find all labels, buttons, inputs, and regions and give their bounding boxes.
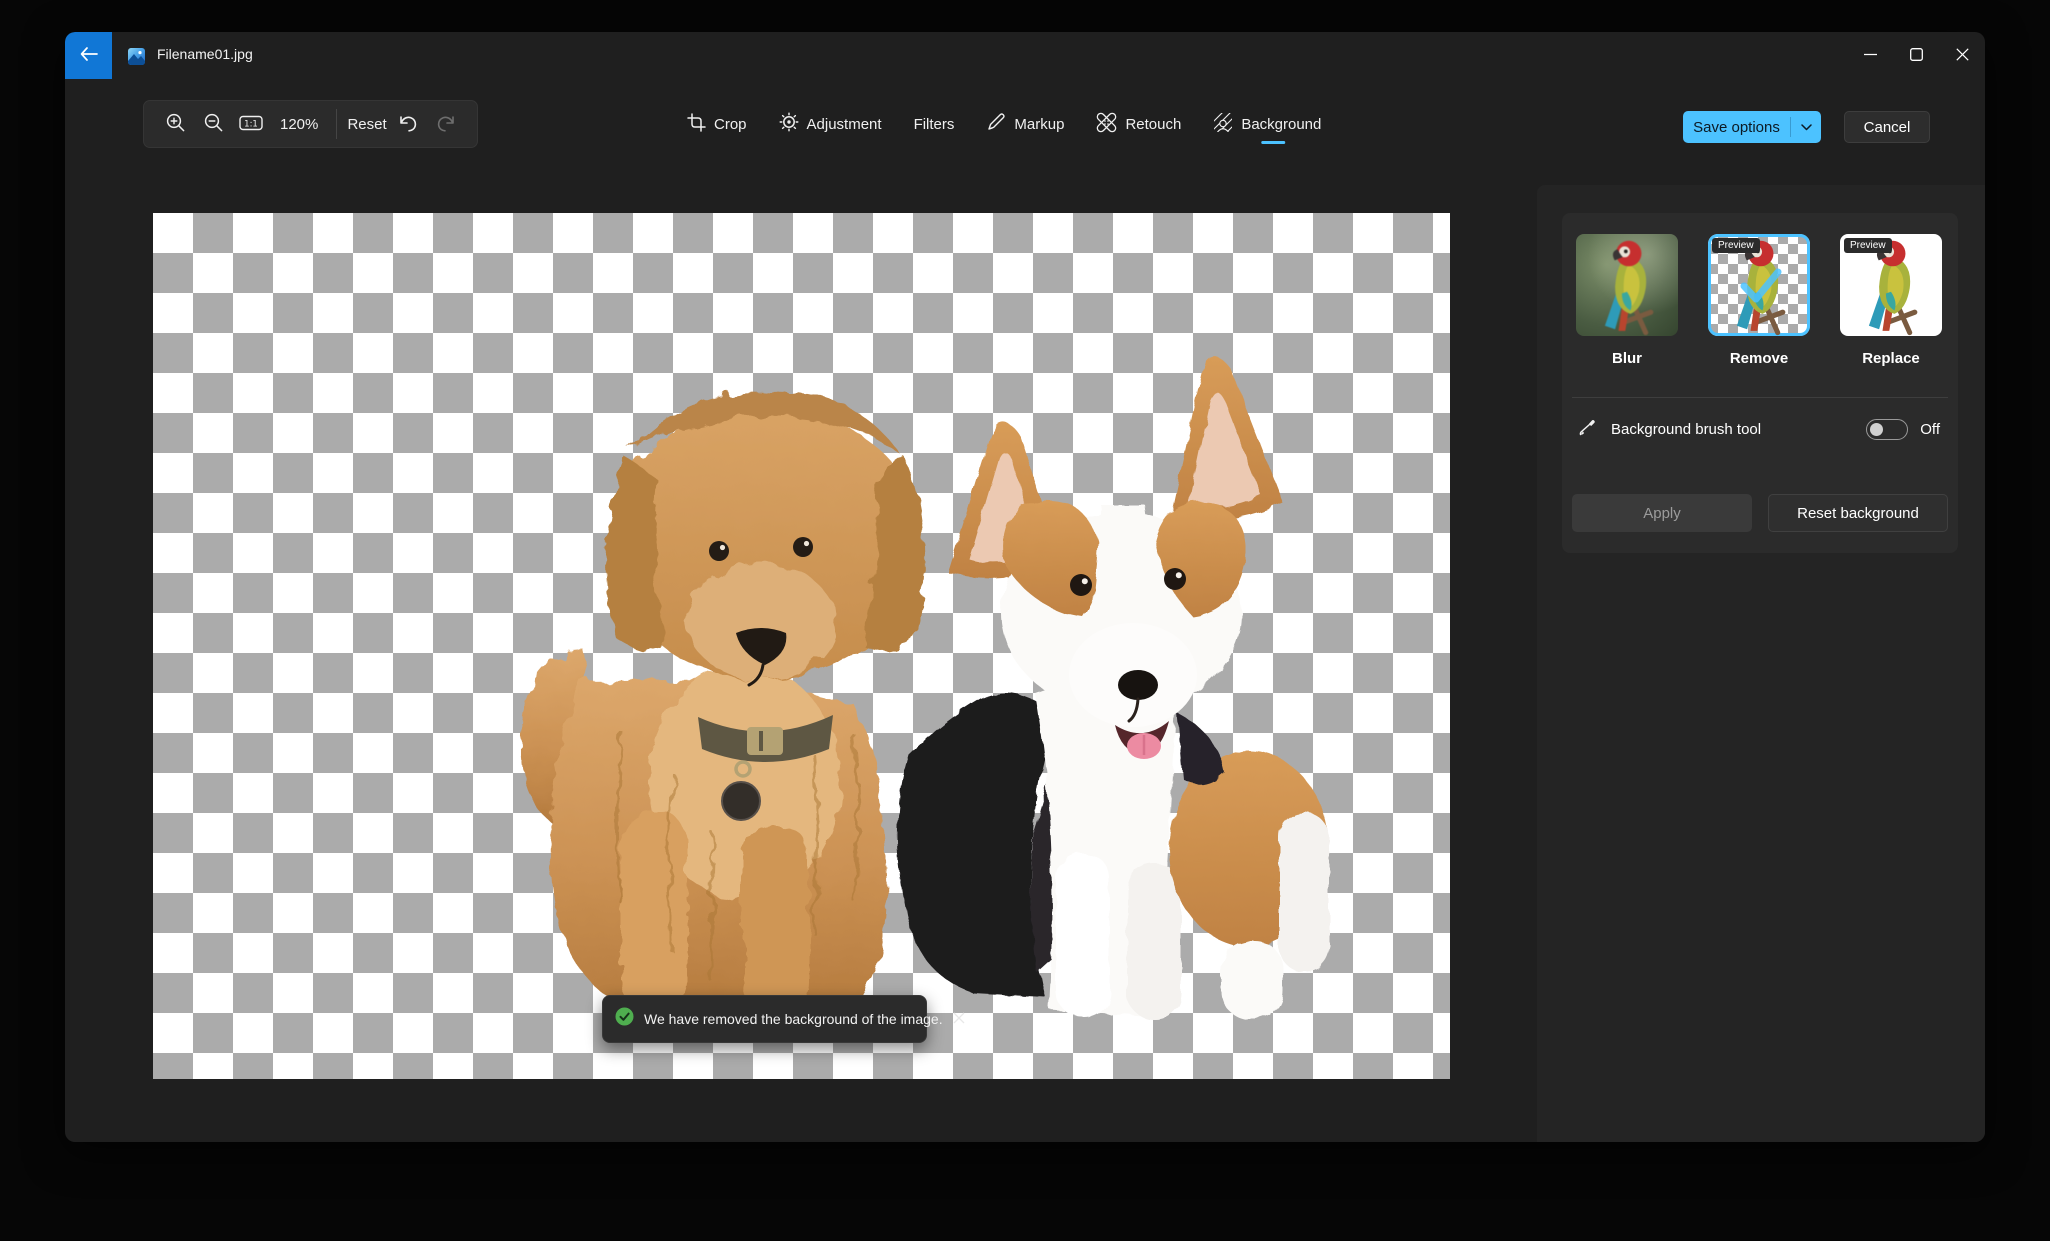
- magnifier-plus-icon: [165, 112, 186, 136]
- cancel-button[interactable]: Cancel: [1844, 111, 1930, 143]
- background-brush-toggle[interactable]: [1866, 419, 1909, 440]
- preview-badge: Preview: [1712, 238, 1760, 253]
- tab-adjustment[interactable]: Adjustment: [779, 100, 882, 148]
- panel-buttons: Apply Reset background: [1572, 494, 1948, 532]
- zoom-level-value: 120%: [280, 115, 319, 133]
- reset-zoom-label: Reset: [347, 115, 387, 133]
- redo-icon: [435, 113, 457, 136]
- zoom-out-button[interactable]: [196, 107, 230, 141]
- tab-retouch[interactable]: Retouch: [1096, 100, 1181, 148]
- replace-option-label: Replace: [1862, 350, 1920, 367]
- toggle-state-label: Off: [1920, 421, 1940, 438]
- toolbar-divider: [336, 109, 338, 139]
- svg-text:1:1: 1:1: [244, 119, 258, 129]
- toggle-knob: [1870, 423, 1884, 436]
- success-check-icon: [615, 1007, 634, 1031]
- save-options-label: Save options: [1693, 118, 1780, 136]
- tab-filters[interactable]: Filters: [914, 100, 955, 148]
- edit-tabs: Crop Adjustment Filters Markup Retouch B…: [687, 100, 1321, 148]
- reset-background-button[interactable]: Reset background: [1768, 494, 1948, 532]
- arrow-left-icon: [80, 47, 98, 64]
- tab-markup-label: Markup: [1014, 115, 1065, 133]
- photos-app-icon: [128, 48, 145, 65]
- edited-photo-two-puppies: [520, 357, 1329, 1019]
- close-button[interactable]: [1939, 32, 1985, 79]
- magnifier-minus-icon: [203, 112, 224, 136]
- background-brush-row: Background brush tool Off: [1572, 397, 1948, 461]
- parrot-preview-image: [1604, 240, 1654, 336]
- undo-button[interactable]: [391, 107, 425, 141]
- tab-adjustment-label: Adjustment: [806, 115, 882, 133]
- background-options-card: Preview Preview Blur Remove Replace Back…: [1562, 213, 1958, 553]
- apply-button[interactable]: Apply: [1572, 494, 1752, 532]
- back-button[interactable]: [65, 32, 112, 79]
- chevron-down-icon: [1791, 123, 1821, 131]
- actual-size-button[interactable]: 1:1: [234, 107, 268, 141]
- zoom-toolbar: 1:1 120% Reset: [143, 100, 478, 148]
- image-canvas: We have removed the background of the im…: [153, 213, 1450, 1079]
- toast-message: We have removed the background of the im…: [644, 1011, 943, 1027]
- background-option-remove[interactable]: Preview: [1708, 234, 1810, 336]
- blur-option-label: Blur: [1612, 350, 1642, 367]
- save-options-button[interactable]: Save options: [1683, 111, 1821, 143]
- tab-crop[interactable]: Crop: [687, 100, 747, 148]
- sun-dial-icon: [779, 112, 799, 136]
- undo-icon: [397, 113, 419, 136]
- toast-notification: We have removed the background of the im…: [602, 995, 965, 1043]
- maximize-button[interactable]: [1893, 32, 1939, 79]
- background-option-blur[interactable]: [1576, 234, 1678, 336]
- tab-filters-label: Filters: [913, 115, 955, 133]
- reset-zoom-button[interactable]: Reset: [347, 107, 387, 141]
- one-to-one-icon: 1:1: [239, 113, 263, 136]
- tab-background-label: Background: [1241, 115, 1322, 133]
- redo-button[interactable]: [429, 107, 463, 141]
- tab-background[interactable]: Background: [1213, 100, 1321, 148]
- background-panel: Preview Preview Blur Remove Replace Back…: [1537, 185, 1985, 1142]
- tab-markup[interactable]: Markup: [986, 100, 1064, 148]
- selected-tab-indicator: [1261, 141, 1286, 144]
- maximize-icon: [1909, 47, 1923, 64]
- tab-crop-label: Crop: [714, 115, 747, 133]
- minimize-icon: [1863, 48, 1877, 64]
- zoom-in-button[interactable]: [158, 107, 192, 141]
- background-option-labels: Blur Remove Replace: [1576, 350, 1942, 367]
- toast-close-button[interactable]: [953, 1005, 965, 1033]
- photos-editor-window: Filename01.jpg 1:1 120% Reset Crop Adjus…: [65, 32, 1985, 1142]
- background-brush-label: Background brush tool: [1611, 421, 1762, 438]
- background-option-thumbnails: Preview Preview: [1576, 234, 1942, 336]
- minimize-button[interactable]: [1847, 32, 1893, 79]
- close-icon: [1955, 47, 1969, 64]
- pen-icon: [986, 112, 1006, 136]
- remove-option-label: Remove: [1729, 350, 1789, 367]
- background-figure-icon: [1213, 112, 1233, 136]
- crop-icon: [687, 112, 706, 136]
- desktop-backdrop: Filename01.jpg 1:1 120% Reset Crop Adjus…: [0, 0, 2050, 1241]
- document-title: Filename01.jpg: [157, 46, 253, 62]
- preview-badge: Preview: [1844, 238, 1892, 253]
- close-icon: [953, 1012, 965, 1027]
- window-controls: [1847, 32, 1985, 79]
- background-option-replace[interactable]: Preview: [1840, 234, 1942, 336]
- brush-icon: [1578, 418, 1597, 442]
- tab-retouch-label: Retouch: [1125, 115, 1182, 133]
- bandage-icon: [1096, 112, 1117, 137]
